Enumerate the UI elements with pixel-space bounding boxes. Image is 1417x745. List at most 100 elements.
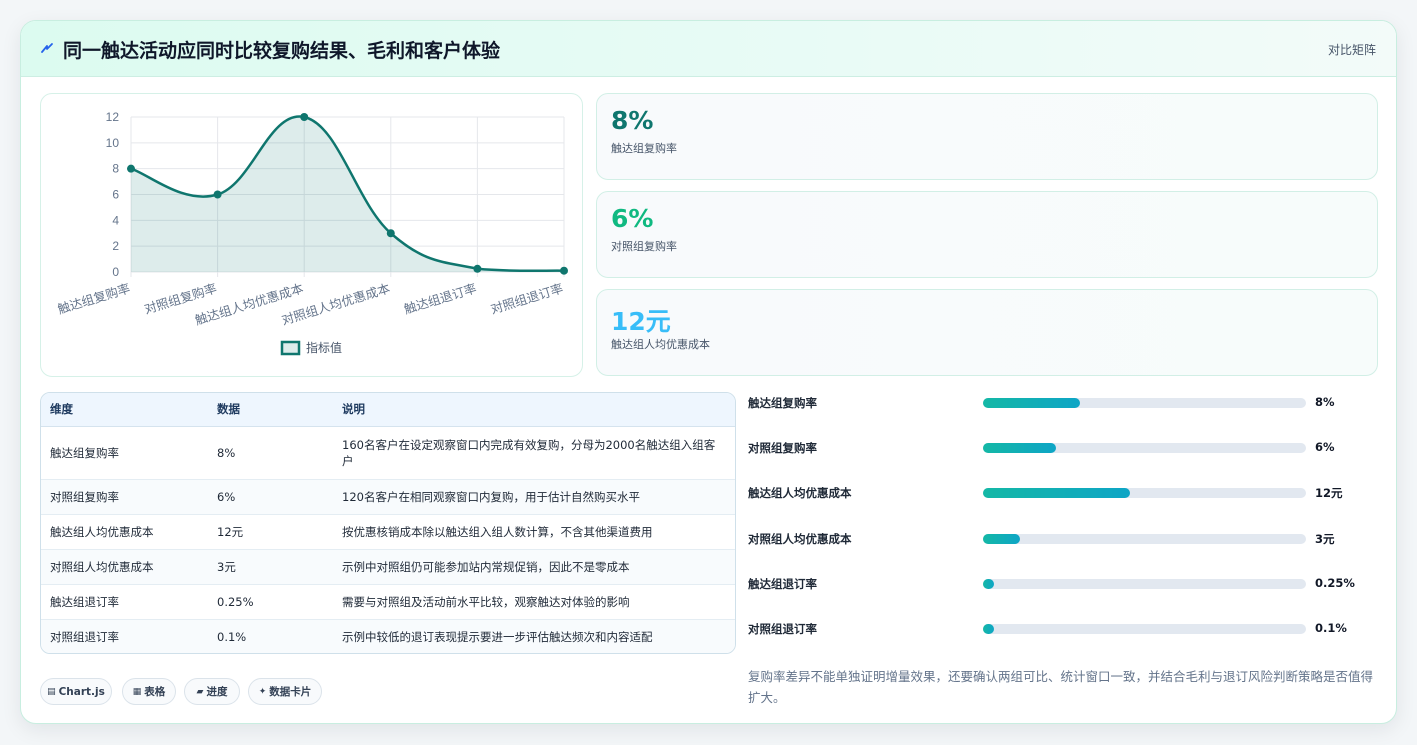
kpi-card: 12元触达组人均优惠成本 <box>596 289 1378 376</box>
progress-list: 触达组复购率 8% 对照组复购率 6% 触达组人均优惠成本 12元 对照组人均优惠成本 3元触… <box>748 393 1378 663</box>
progress-track <box>983 443 1306 454</box>
progress-fill <box>983 578 995 589</box>
table-cell-description: 160名客户在设定观察窗口内完成有效复购，分母为2000名触达组入组客户 <box>333 426 735 480</box>
table-header-dimension: 维度 <box>41 393 208 427</box>
table-cell-data: 6% <box>208 479 333 515</box>
progress-fill <box>983 488 1130 499</box>
progress-track <box>983 578 1306 589</box>
table-row: 触达组退订率 0.25% 需要与对照组及活动前水平比较，观察触达对体验的影响 <box>41 584 735 620</box>
progress-row: 对照组退订率 0.1% <box>748 619 1378 639</box>
table-cell-dimension: 对照组复购率 <box>41 479 208 515</box>
table-cell-data: 3元 <box>208 549 333 585</box>
progress-label: 触达组退订率 <box>748 576 817 591</box>
table-cell-description: 示例中对照组仍可能参加站内常规促销，因此不是零成本 <box>333 549 735 585</box>
progress-label: 对照组人均优惠成本 <box>748 531 852 546</box>
chip-table[interactable]: ▦ 表格 <box>122 678 176 705</box>
chip-label: 数据卡片 <box>269 686 312 698</box>
table-row: 触达组复购率 8% 160名客户在设定观察窗口内完成有效复购，分母为2000名触达组… <box>41 426 735 480</box>
table-cell-data: 12元 <box>208 514 333 550</box>
progress-value: 0.25% <box>1315 575 1355 590</box>
x-tick-label: 触达组复购率 <box>56 281 132 317</box>
progress-track <box>983 488 1306 499</box>
table-cell-data: 0.25% <box>208 584 333 620</box>
table-cell-description: 120名客户在相同观察窗口内复购，用于估计自然购买水平 <box>333 479 735 515</box>
table-row: 对照组复购率 6% 120名客户在相同观察窗口内复购，用于估计自然购买水平 <box>41 479 735 515</box>
kpi-value: 6% <box>611 204 654 233</box>
progress-fill <box>983 443 1056 454</box>
table-cell-dimension: 对照组退订率 <box>41 619 208 653</box>
chip-label: Chart.js <box>58 685 105 698</box>
table-cell-dimension: 对照组人均优惠成本 <box>41 549 208 585</box>
progress-row: 对照组复购率 6% <box>748 438 1378 458</box>
progress-track <box>983 533 1306 544</box>
x-tick-label: 触达组退订率 <box>402 281 478 317</box>
progress-value: 3元 <box>1315 531 1335 546</box>
kpi-label: 触达组复购率 <box>611 142 677 155</box>
legend-swatch <box>280 340 301 356</box>
main-card: 同一触达活动应同时比较复购结果、毛利和客户体验 对比矩阵 0 2 4 6 8 10 12 触达… <box>20 20 1397 724</box>
y-tick-label: 4 <box>112 213 119 227</box>
kpi-card: 8% 触达组复购率 <box>596 93 1378 180</box>
table-cell-description: 需要与对照组及活动前水平比较，观察触达对体验的影响 <box>333 584 735 620</box>
table-cell-dimension: 触达组人均优惠成本 <box>41 514 208 550</box>
page-title: 同一触达活动应同时比较复购结果、毛利和客户体验 <box>63 40 501 62</box>
data-point <box>213 190 222 199</box>
data-table: 维度 数据 说明 触达组复购率 8% 160名客户在设定观察窗口内完成有效复购，分母… <box>40 392 736 654</box>
line-chart: 0 2 4 6 8 10 12 触达组复购率 对照组复购率 触达组人均优惠成本 对照组人均优惠成本触… <box>40 93 583 377</box>
kpi-label: 对照组复购率 <box>611 240 677 253</box>
progress-label: 对照组退订率 <box>748 622 817 636</box>
chip-label: 表格 <box>144 686 166 698</box>
data-point <box>127 164 135 173</box>
line-chart-svg: 024681012触达组复购率 对照组复购率触达组人均优惠成本对照组人均优惠成本触… <box>56 110 568 356</box>
table-cell-description: 示例中较低的退订表现提示要进一步评估触达频次和内容适配 <box>333 619 735 653</box>
progress-row: 对照组人均优惠成本 3元 <box>748 529 1378 549</box>
y-tick-label: 8 <box>112 162 119 176</box>
progress-icon: ▰ <box>196 686 204 697</box>
chip-sparkle[interactable]: ✦ 数据卡片 <box>248 678 322 705</box>
table-row: 对照组人均优惠成本 3元 示例中对照组仍可能参加站内常规促销，因此不是零成本 <box>41 549 735 585</box>
progress-label: 触达组复购率 <box>748 396 817 410</box>
progress-value: 12元 <box>1315 486 1343 501</box>
chip-chart[interactable]: ▤ Chart.js <box>40 678 112 705</box>
progress-label: 触达组人均优惠成本 <box>748 486 852 501</box>
y-tick-label: 0 <box>112 265 119 279</box>
chip-label: 进度 <box>206 686 228 698</box>
progress-row: 触达组复购率 8% <box>748 393 1378 413</box>
kpi-card: 6% 对照组复购率 <box>596 191 1378 278</box>
y-tick-label: 6 <box>112 188 119 202</box>
footnote: 复购率差异不能单独证明增量效果，还要确认两组可比、统计窗口一致，并结合毛利与退订… <box>748 669 1374 705</box>
sparkle-icon: ✦ <box>258 686 267 697</box>
progress-track <box>983 398 1306 408</box>
table-header-data: 数据 <box>208 393 333 427</box>
y-tick-label: 12 <box>106 110 120 124</box>
progress-fill <box>983 398 1080 408</box>
y-tick-label: 10 <box>106 136 120 150</box>
y-tick-label: 2 <box>112 239 119 253</box>
kpi-label: 触达组人均优惠成本 <box>611 338 710 351</box>
progress-row: 触达组退订率 0.25% <box>748 574 1378 594</box>
progress-label: 对照组复购率 <box>748 441 817 456</box>
table-cell-dimension: 触达组复购率 <box>41 426 208 480</box>
progress-track <box>983 624 1306 634</box>
progress-value: 0.1% <box>1315 621 1347 635</box>
data-point <box>386 229 395 238</box>
table-cell-data: 0.1% <box>208 619 333 653</box>
progress-fill <box>983 624 995 634</box>
data-point <box>560 266 568 275</box>
table-row: 对照组退订率 0.1% 示例中较低的退订表现提示要进一步评估触达频次和内容适配 <box>41 619 735 653</box>
kpi-value: 12元 <box>611 307 671 336</box>
matrix-link[interactable]: 对比矩阵 <box>1328 41 1376 58</box>
data-point <box>300 113 309 121</box>
data-point <box>473 264 482 273</box>
legend-label: 指标值 <box>306 340 342 355</box>
x-tick-label: 对照组退订率 <box>489 281 565 317</box>
table-row: 触达组人均优惠成本 12元 按优惠核销成本除以触达组入组人数计算，不含其他渠道费用 <box>41 514 735 550</box>
table-header-description: 说明 <box>333 393 735 427</box>
table-icon: ▦ <box>132 686 142 697</box>
chip-progress[interactable]: ▰ 进度 <box>184 678 240 705</box>
chart-icon: ▤ <box>47 686 56 697</box>
kpi-value: 8% <box>611 106 654 135</box>
header: 同一触达活动应同时比较复购结果、毛利和客户体验 对比矩阵 <box>21 21 1396 77</box>
table-cell-description: 按优惠核销成本除以触达组入组人数计算，不含其他渠道费用 <box>333 514 735 550</box>
table-cell-data: 8% <box>208 426 333 480</box>
